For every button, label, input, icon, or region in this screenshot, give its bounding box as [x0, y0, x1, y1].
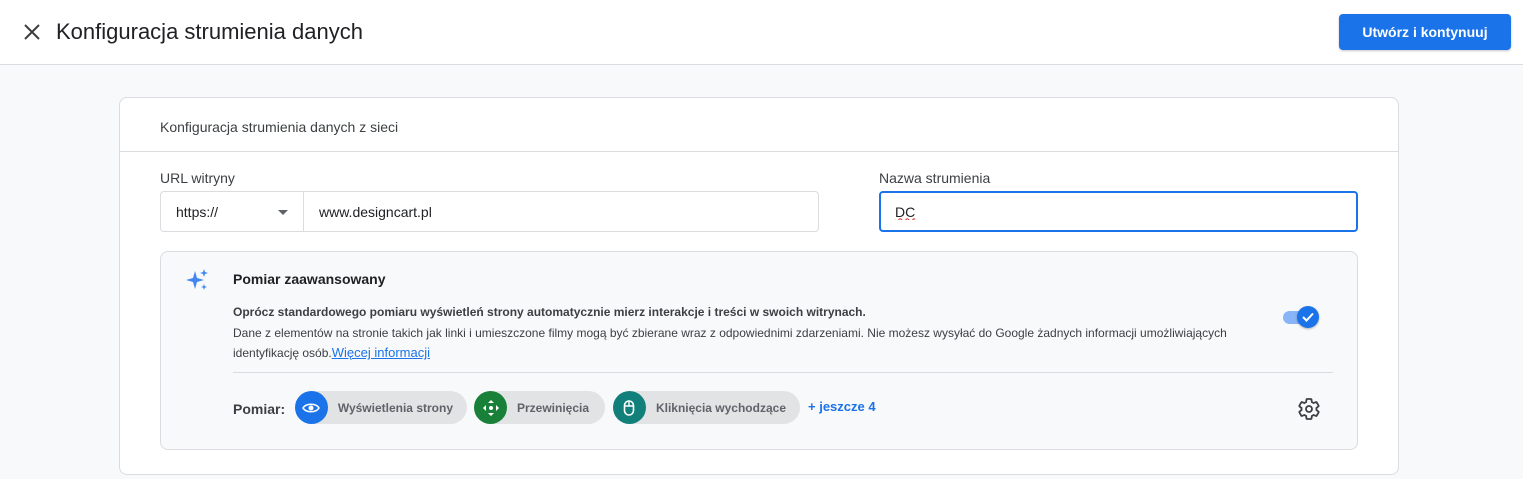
card-title: Konfiguracja strumienia danych z sieci [160, 119, 399, 135]
check-icon [1302, 312, 1314, 322]
stream-name-input[interactable] [879, 191, 1358, 232]
chip-scrolls[interactable]: Przewinięcia [474, 391, 605, 424]
enhanced-measurement-summary: Oprócz standardowego pomiaru wyświetleń … [233, 305, 866, 319]
chip-page-views[interactable]: Wyświetlenia strony [295, 391, 467, 424]
enhanced-measurement-panel: Pomiar zaawansowany Oprócz standardowego… [160, 251, 1358, 450]
website-url-input[interactable] [304, 191, 819, 232]
scroll-icon [474, 391, 507, 424]
measurement-label: Pomiar: [233, 401, 286, 417]
create-and-continue-button[interactable]: Utwórz i kontynuuj [1339, 14, 1511, 50]
card-header: Konfiguracja strumienia danych z sieci [120, 98, 1398, 152]
page-title: Konfiguracja strumienia danych [56, 19, 363, 44]
stream-name-label: Nazwa strumienia [879, 170, 991, 186]
toggle-thumb [1297, 306, 1319, 328]
protocol-select[interactable]: https:// [160, 191, 304, 232]
web-stream-config-card: Konfiguracja strumienia danych z sieci U… [119, 97, 1399, 475]
more-metrics-link[interactable]: + jeszcze 4 [808, 399, 876, 414]
divider [233, 372, 1333, 373]
close-button[interactable] [17, 17, 47, 47]
enhanced-measurement-toggle[interactable] [1281, 306, 1319, 328]
chip-label: Przewinięcia [517, 400, 590, 415]
chip-outbound-clicks[interactable]: Kliknięcia wychodzące [613, 391, 800, 424]
learn-more-link[interactable]: Więcej informacji [332, 345, 430, 360]
chip-label: Wyświetlenia strony [337, 400, 453, 415]
sparkle-icon [186, 269, 208, 290]
enhanced-measurement-title: Pomiar zaawansowany [233, 271, 386, 287]
chip-label: Kliknięcia wychodzące [655, 400, 786, 415]
eye-icon [295, 391, 328, 424]
enhanced-measurement-description: Dane z elementów na stronie takich jak l… [233, 323, 1293, 363]
close-icon [24, 24, 40, 40]
website-url-label: URL witryny [160, 170, 235, 186]
protocol-value: https:// [176, 204, 219, 220]
dropdown-arrow-icon [278, 210, 288, 215]
top-app-bar: Konfiguracja strumienia danych Utwórz i … [0, 0, 1523, 65]
gear-icon[interactable] [1297, 397, 1321, 421]
mouse-icon [613, 391, 646, 424]
